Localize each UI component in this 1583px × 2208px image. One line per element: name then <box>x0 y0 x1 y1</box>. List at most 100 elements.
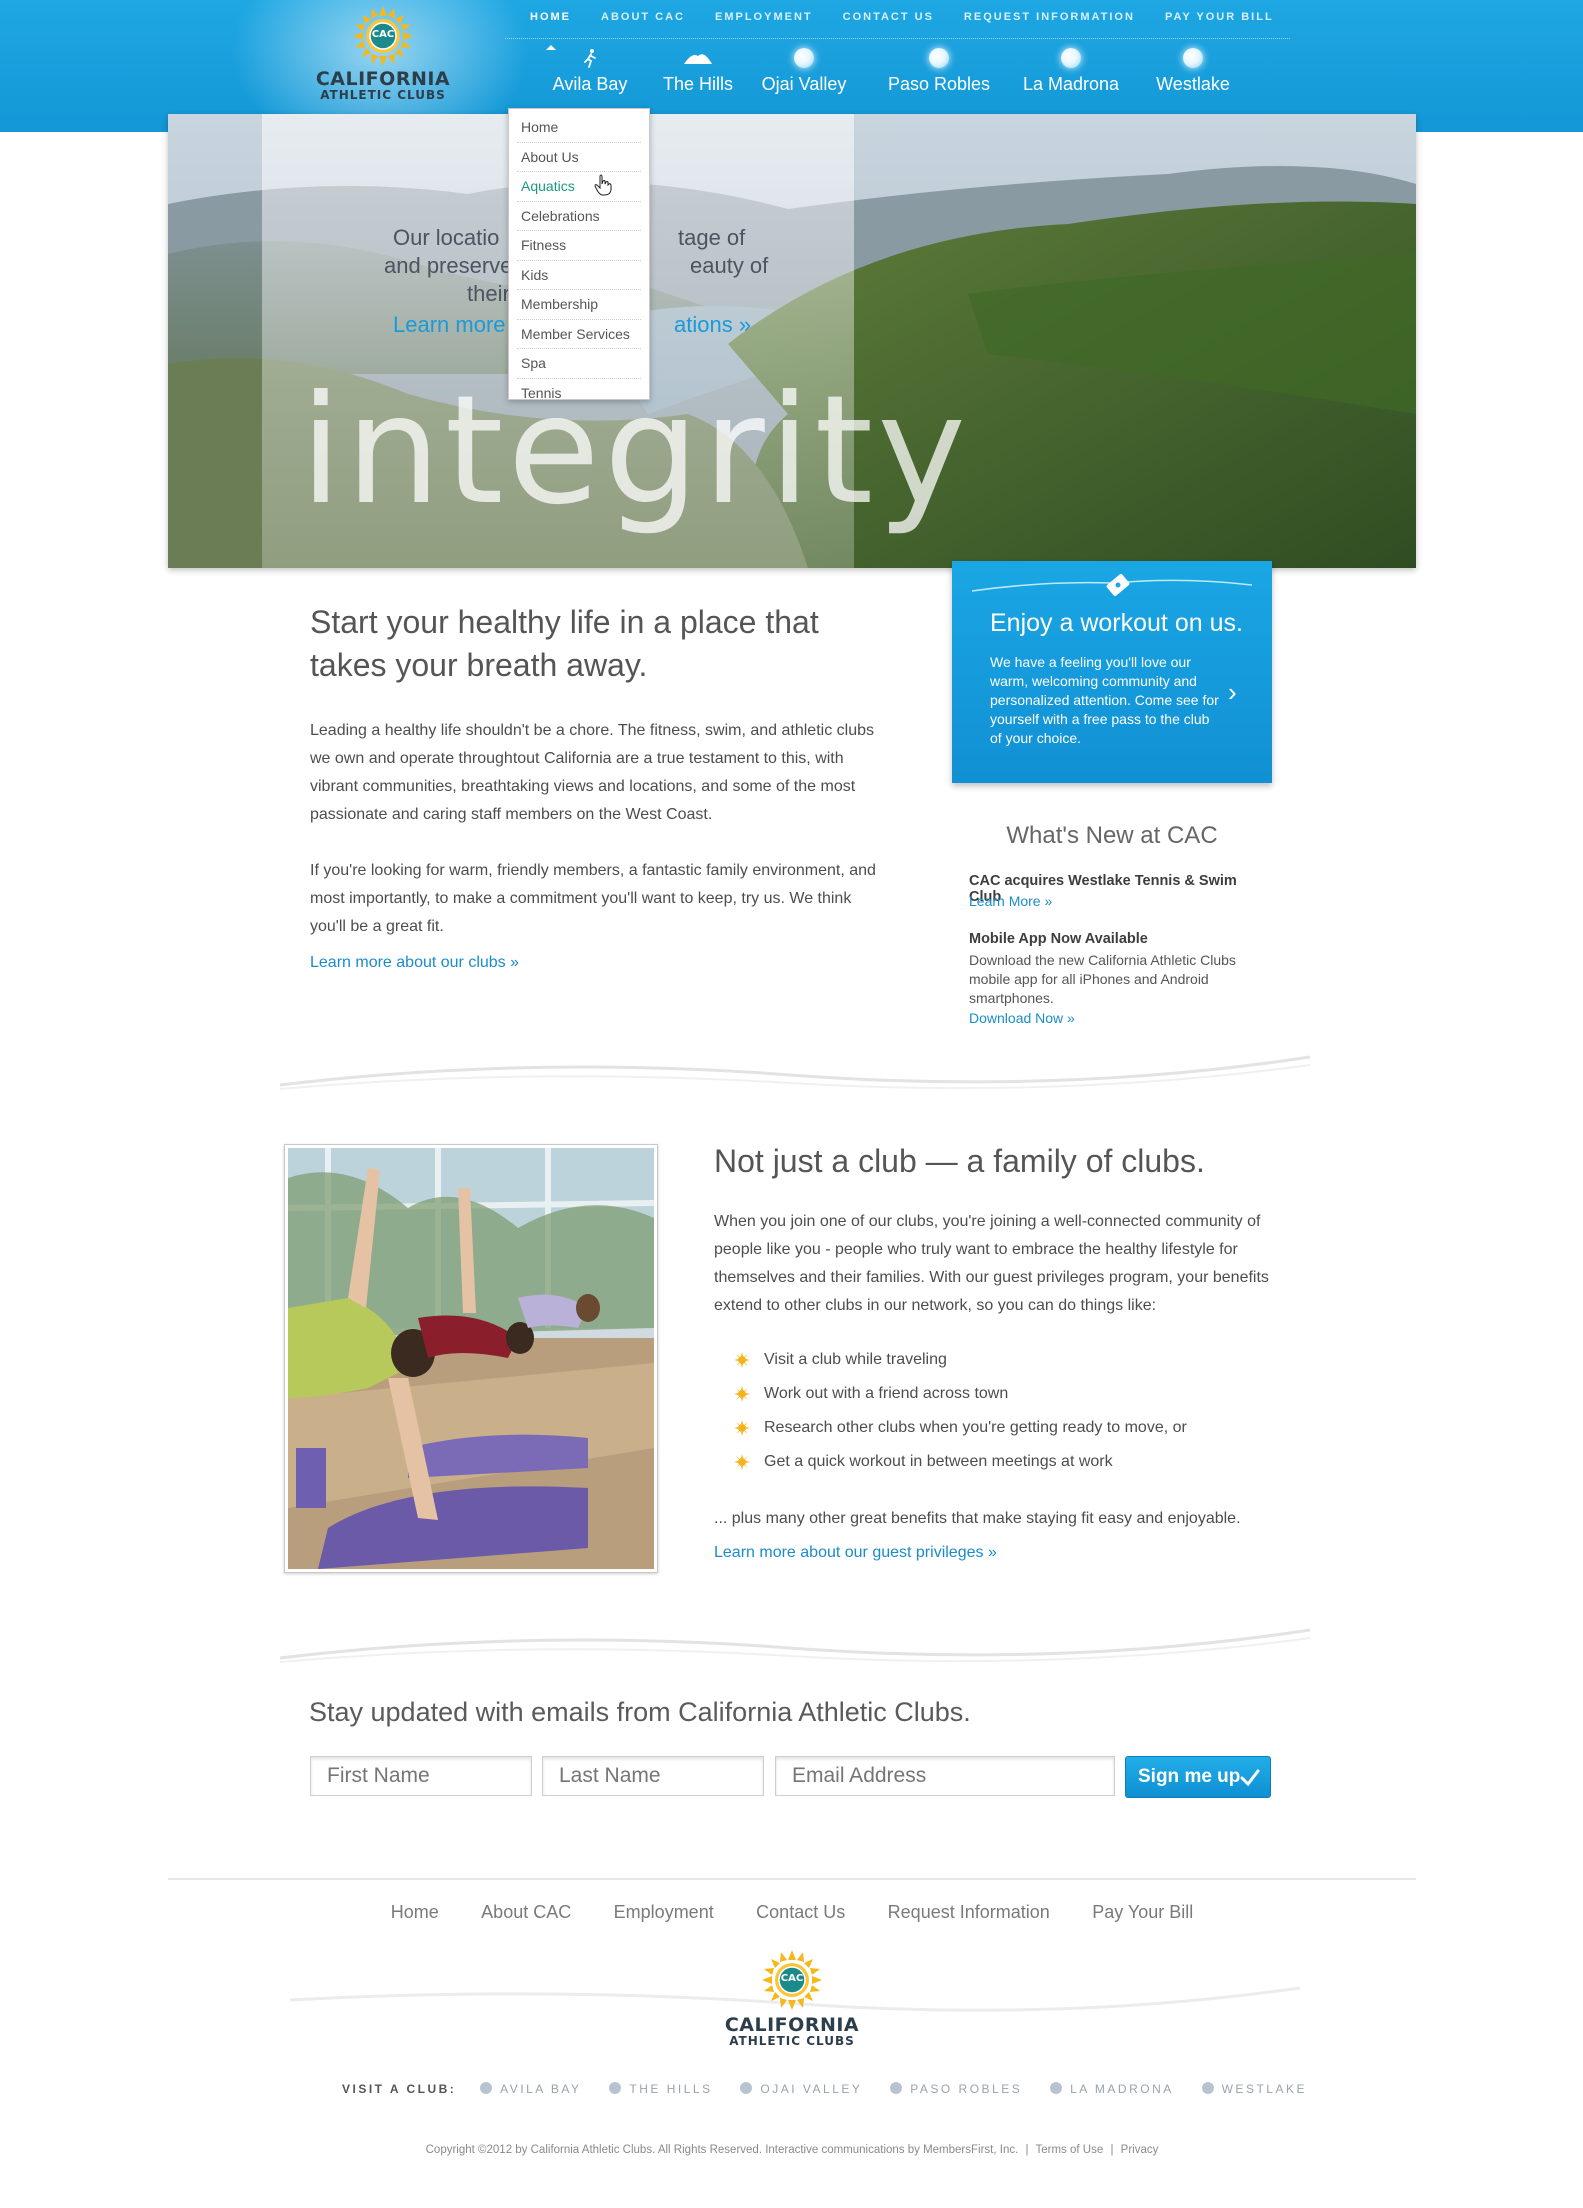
footer-club-avila-bay[interactable]: AVILA BAY <box>480 2082 581 2096</box>
dropdown-item-about-us[interactable]: About Us <box>517 143 641 172</box>
club-nav-label: La Madrona <box>1022 74 1120 94</box>
logo-wordmark-line2: ATHLETIC CLUBS <box>320 88 446 102</box>
cac-logo[interactable]: CAC CALIFORNIA ATHLETIC CLUBS <box>308 6 458 102</box>
club-nav-label: Avila Bay <box>552 74 628 94</box>
club-nav-label: Westlake <box>1156 74 1230 94</box>
orb-icon <box>1183 48 1203 68</box>
footer-nav-contact-us[interactable]: Contact Us <box>756 1902 845 1922</box>
footer-separator: | <box>1025 2144 1029 2156</box>
bullet-text: Research other clubs when you're getting… <box>764 1419 1187 1436</box>
utility-nav-employment[interactable]: EMPLOYMENT <box>715 10 813 38</box>
footer-nav-about-cac[interactable]: About CAC <box>481 1902 571 1922</box>
chevron-right-icon[interactable]: › <box>1228 677 1237 708</box>
runner-icon <box>584 49 596 68</box>
sun-bullet-icon <box>734 1454 750 1470</box>
bullet-text: Work out with a friend across town <box>764 1385 1009 1402</box>
sun-bullet-icon <box>734 1420 750 1436</box>
learn-more-clubs-link[interactable]: Learn more about our clubs » <box>310 954 519 972</box>
club-nav-label: The Hills <box>662 74 733 94</box>
club-nav-the-hills[interactable]: The Hills <box>648 48 748 95</box>
callout-text: We have a feeling you'll love our warm, … <box>990 654 1219 746</box>
visit-a-club-row: VISIT A CLUB: AVILA BAY THE HILLS OJAI V… <box>342 2082 1304 2096</box>
utility-nav-contact-us[interactable]: CONTACT US <box>843 10 934 38</box>
list-item: Get a quick workout in between meetings … <box>714 1445 1284 1479</box>
utility-nav-about-cac[interactable]: ABOUT CAC <box>601 10 685 38</box>
club-nav-paso-robles[interactable]: Paso Robles <box>884 48 994 95</box>
terms-of-use-link[interactable]: Terms of Use <box>1036 2144 1104 2156</box>
sun-bullet-icon <box>734 1386 750 1402</box>
footer-club-label: WESTLAKE <box>1221 2082 1307 2096</box>
club-nav-la-madrona[interactable]: La Madrona <box>1016 48 1126 95</box>
dropdown-item-member-services[interactable]: Member Services <box>517 320 641 349</box>
footer-club-label: PASO ROBLES <box>910 2082 1023 2096</box>
news-download-link[interactable]: Download Now » <box>969 1010 1075 1026</box>
sign-me-up-button[interactable]: Sign me up <box>1125 1756 1271 1798</box>
dropdown-item-tennis[interactable]: Tennis <box>517 379 641 408</box>
first-name-input[interactable] <box>310 1756 532 1796</box>
orb-icon <box>1201 2082 1214 2094</box>
logo-badge-text: CAC <box>371 29 395 40</box>
privacy-link[interactable]: Privacy <box>1121 2144 1159 2156</box>
intro-heading-line: takes your breath away. <box>310 647 648 683</box>
news-headline: Mobile App Now Available <box>969 931 1148 947</box>
bullet-text: Get a quick workout in between meetings … <box>764 1453 1113 1470</box>
footer-club-label: AVILA BAY <box>500 2082 582 2096</box>
footer-cac-logo[interactable]: CAC CALIFORNIA ATHLETIC CLUBS <box>717 1948 867 2048</box>
news-learn-more-link[interactable]: Learn More » <box>969 893 1052 909</box>
list-item: Research other clubs when you're getting… <box>714 1411 1284 1445</box>
sign-me-up-label: Sign me up <box>1138 1766 1241 1787</box>
dropdown-item-membership[interactable]: Membership <box>517 290 641 320</box>
club-nav: Avila Bay The Hills Ojai Valley Paso Rob… <box>520 48 1260 104</box>
family-heading: Not just a club — a family of clubs. <box>714 1143 1205 1179</box>
utility-nav-request-information[interactable]: REQUEST INFORMATION <box>964 10 1135 38</box>
orb-icon <box>1061 48 1081 68</box>
footer-separator: | <box>1110 2144 1114 2156</box>
club-nav-westlake[interactable]: Westlake <box>1143 48 1243 95</box>
logo-wordmark-line2: ATHLETIC CLUBS <box>729 2034 855 2048</box>
hero-link-fragment: ations » <box>674 312 752 337</box>
club-nav-label: Paso Robles <box>887 74 991 94</box>
email-input[interactable] <box>775 1756 1115 1796</box>
dropdown-item-fitness[interactable]: Fitness <box>517 231 641 261</box>
footer-nav: Home About CAC Employment Contact Us Req… <box>168 1902 1416 1923</box>
orb-icon <box>890 2082 903 2094</box>
footer-club-the-hills[interactable]: THE HILLS <box>609 2082 712 2096</box>
list-item: Work out with a friend across town <box>714 1377 1284 1411</box>
yoga-photo-illustration <box>288 1148 654 1569</box>
news-text: Download the new California Athletic Clu… <box>969 952 1236 1006</box>
dropdown-item-aquatics[interactable]: Aquatics <box>517 172 641 202</box>
footer-club-la-madrona[interactable]: LA MADRONA <box>1050 2082 1174 2096</box>
hero-link-fragment: Learn more <box>393 312 506 337</box>
dropdown-item-celebrations[interactable]: Celebrations <box>517 202 641 231</box>
orb-icon <box>794 48 814 68</box>
dropdown-item-kids[interactable]: Kids <box>517 261 641 290</box>
club-nav-ojai-valley[interactable]: Ojai Valley <box>754 48 854 95</box>
hero-text-fragment: their <box>467 281 510 306</box>
intro-heading: Start your healthy life in a place that … <box>310 601 870 687</box>
footer-club-paso-robles[interactable]: PASO ROBLES <box>890 2082 1022 2096</box>
utility-nav-pay-your-bill[interactable]: PAY YOUR BILL <box>1165 10 1274 38</box>
footer-nav-employment[interactable]: Employment <box>614 1902 714 1922</box>
benefits-list: Visit a club while traveling Work out wi… <box>714 1343 1284 1479</box>
intro-paragraph-1: Leading a healthy life shouldn't be a ch… <box>310 722 874 823</box>
hero-text-fragment: tage of <box>678 225 746 250</box>
bullet-text: Visit a club while traveling <box>764 1351 947 1368</box>
visit-a-club-label: VISIT A CLUB: <box>342 2082 457 2096</box>
footer-nav-request-information[interactable]: Request Information <box>888 1902 1050 1922</box>
dropdown-item-spa[interactable]: Spa <box>517 349 641 379</box>
footer-club-ojai-valley[interactable]: OJAI VALLEY <box>740 2082 862 2096</box>
hero-text-fragment: and preserve <box>384 253 513 278</box>
last-name-input[interactable] <box>542 1756 764 1796</box>
footer-club-westlake[interactable]: WESTLAKE <box>1201 2082 1307 2096</box>
footer-nav-home[interactable]: Home <box>391 1902 439 1922</box>
free-pass-callout[interactable]: Enjoy a workout on us. We have a feeling… <box>952 561 1272 783</box>
yoga-class-photo <box>284 1144 658 1573</box>
footer-club-label: LA MADRONA <box>1070 2082 1174 2096</box>
club-nav-avila-bay[interactable]: Avila Bay <box>540 48 640 95</box>
runner-icon <box>480 2082 493 2094</box>
guest-privileges-link[interactable]: Learn more about our guest privileges » <box>714 1544 997 1562</box>
footer-club-label: OJAI VALLEY <box>760 2082 863 2096</box>
footer-nav-pay-your-bill[interactable]: Pay Your Bill <box>1092 1902 1193 1922</box>
utility-nav-home[interactable]: HOME <box>530 10 571 50</box>
dropdown-item-home[interactable]: Home <box>517 113 641 143</box>
